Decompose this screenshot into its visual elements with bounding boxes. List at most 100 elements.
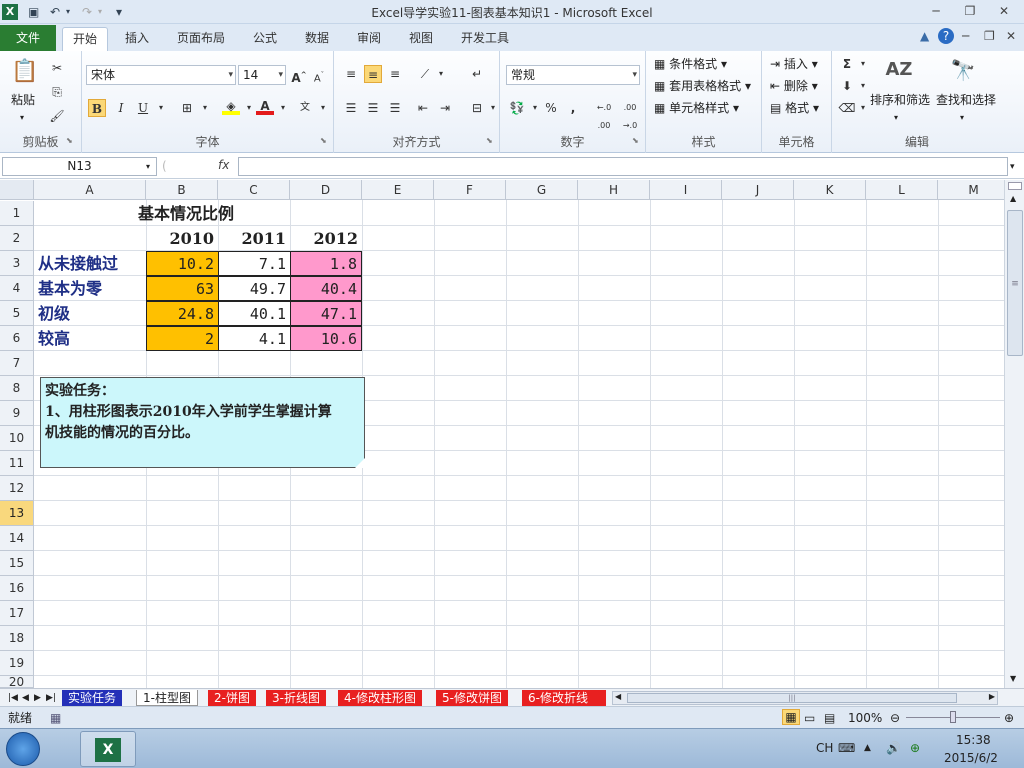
col-header[interactable]: B [146,180,218,200]
conditional-format-button[interactable]: ▦ 条件格式 ▾ [654,55,727,73]
sheet-tab[interactable]: 3-折线图 [266,690,326,706]
doc-restore-icon[interactable]: ❐ [984,29,995,43]
fill-color-icon[interactable]: ◈ [222,97,240,115]
table-title[interactable]: 基本情况比例 [138,201,234,226]
tab-view[interactable]: 视图 [398,27,444,51]
expand-formula-icon[interactable]: ▾ [1010,158,1015,176]
tab-home[interactable]: 开始 [62,27,108,51]
align-bottom-icon[interactable]: ≡ [386,65,404,83]
row-header[interactable]: 20 [0,676,34,688]
wrap-text-icon[interactable]: ↵ [468,65,486,83]
tray-expand-icon[interactable]: ▲ [864,739,871,757]
tab-data[interactable]: 数据 [294,27,340,51]
row-header[interactable]: 18 [0,626,34,651]
comma-button[interactable]: , [564,99,582,117]
row-header[interactable]: 12 [0,476,34,501]
page-break-view-icon[interactable]: ▤ [824,709,835,727]
formula-bar-resize-icon[interactable]: ( [162,157,167,175]
align-middle-icon[interactable]: ≡ [364,65,382,83]
col-header[interactable]: G [506,180,578,200]
split-box-icon[interactable] [1008,182,1022,190]
row-label[interactable]: 较高 [38,326,70,351]
sheet-tab[interactable]: 5-修改饼图 [436,690,508,706]
clock-time[interactable]: 15:38 [956,731,991,749]
data-cell[interactable]: 40.4 [290,276,362,301]
tab-file[interactable]: 文件 [0,25,56,51]
format-painter-icon[interactable]: 🖌 [48,107,66,125]
copy-icon[interactable]: ⎘ [48,83,66,101]
scroll-up-icon[interactable]: ▲ [1010,194,1016,203]
year-header[interactable]: 2012 [290,226,362,251]
language-indicator[interactable]: CH [816,739,833,757]
zoom-in-icon[interactable]: ⊕ [1004,709,1014,727]
keyboard-icon[interactable]: ⌨ [838,739,855,757]
italic-button[interactable]: I [112,99,130,117]
name-box[interactable]: N13 [2,157,157,176]
paste-dropdown-icon[interactable]: ▾ [20,109,24,127]
scroll-left-icon[interactable]: ◀ [615,692,621,701]
horizontal-scrollbar[interactable]: ◀ ||| ▶ [612,691,998,705]
phonetic-dropdown-icon[interactable]: ▾ [314,99,332,117]
row-header[interactable]: 10 [0,426,34,451]
border-icon[interactable]: ⊞ [178,99,196,117]
data-cell[interactable]: 4.1 [218,326,291,351]
sort-filter-icon[interactable]: AZ [884,55,914,85]
collapse-ribbon-icon[interactable]: ▲ [920,29,929,43]
sort-filter-button[interactable]: 排序和筛选 [870,91,930,109]
row-header[interactable]: 7 [0,351,34,376]
scroll-down-icon[interactable]: ▼ [1010,674,1016,683]
row-label[interactable]: 基本为零 [38,276,102,301]
row-header[interactable]: 1 [0,201,34,226]
hscroll-thumb[interactable]: ||| [627,693,957,703]
align-left-icon[interactable]: ☰ [342,99,360,117]
data-cell[interactable]: 49.7 [218,276,291,301]
data-cell[interactable]: 10.6 [290,326,362,351]
year-header[interactable]: 2010 [146,226,218,251]
row-header[interactable]: 4 [0,276,34,301]
font-size-combo[interactable]: 14 ▾ [238,65,286,85]
find-select-dropdown-icon[interactable]: ▾ [960,109,964,127]
percent-button[interactable]: % [542,99,560,117]
row-header[interactable]: 3 [0,251,34,276]
paste-button[interactable]: 粘贴 [11,91,35,109]
alignment-launcher-icon[interactable]: ⬊ [486,132,493,150]
start-button-icon[interactable] [6,732,40,766]
data-cell[interactable]: 1.8 [290,251,362,276]
row-header[interactable]: 14 [0,526,34,551]
bold-button[interactable]: B [88,99,106,117]
normal-view-icon[interactable]: ▦ [782,709,800,725]
restore-icon[interactable]: ❐ [956,2,984,20]
row-header[interactable]: 11 [0,451,34,476]
tab-formulas[interactable]: 公式 [242,27,288,51]
sort-filter-dropdown-icon[interactable]: ▾ [894,109,898,127]
col-header[interactable]: F [434,180,506,200]
find-select-button[interactable]: 查找和选择 [936,91,996,109]
sheet-tab[interactable]: 6-修改折线 [522,690,606,706]
help-icon[interactable]: ? [938,28,954,44]
col-header[interactable]: C [218,180,290,200]
col-header[interactable]: H [578,180,650,200]
macro-record-icon[interactable]: ▦ [50,709,61,727]
col-header[interactable]: K [794,180,866,200]
format-as-table-button[interactable]: ▦ 套用表格格式 ▾ [654,77,751,95]
font-name-combo[interactable]: 宋体 ▾ [86,65,236,85]
orientation-dropdown-icon[interactable]: ▾ [432,65,450,83]
align-center-icon[interactable]: ☰ [364,99,382,117]
sheet-tab[interactable]: 4-修改柱形图 [338,690,422,706]
zoom-slider-thumb[interactable] [950,711,956,723]
currency-icon[interactable]: 💱 [508,99,526,117]
font-launcher-icon[interactable]: ⬊ [320,132,327,150]
data-cell[interactable]: 10.2 [146,251,219,276]
number-format-combo[interactable]: 常规 ▾ [506,65,640,85]
data-cell[interactable]: 2 [146,326,219,351]
row-header[interactable]: 8 [0,376,34,401]
align-right-icon[interactable]: ☰ [386,99,404,117]
insert-cells-button[interactable]: ⇥ 插入 ▾ [770,55,818,73]
col-header[interactable]: E [362,180,434,200]
data-cell[interactable]: 40.1 [218,301,291,326]
row-header[interactable]: 13 [0,501,34,526]
row-header[interactable]: 19 [0,651,34,676]
zoom-level[interactable]: 100% [848,709,882,727]
data-cell[interactable]: 63 [146,276,219,301]
taskbar-excel-button[interactable]: X [80,731,136,767]
